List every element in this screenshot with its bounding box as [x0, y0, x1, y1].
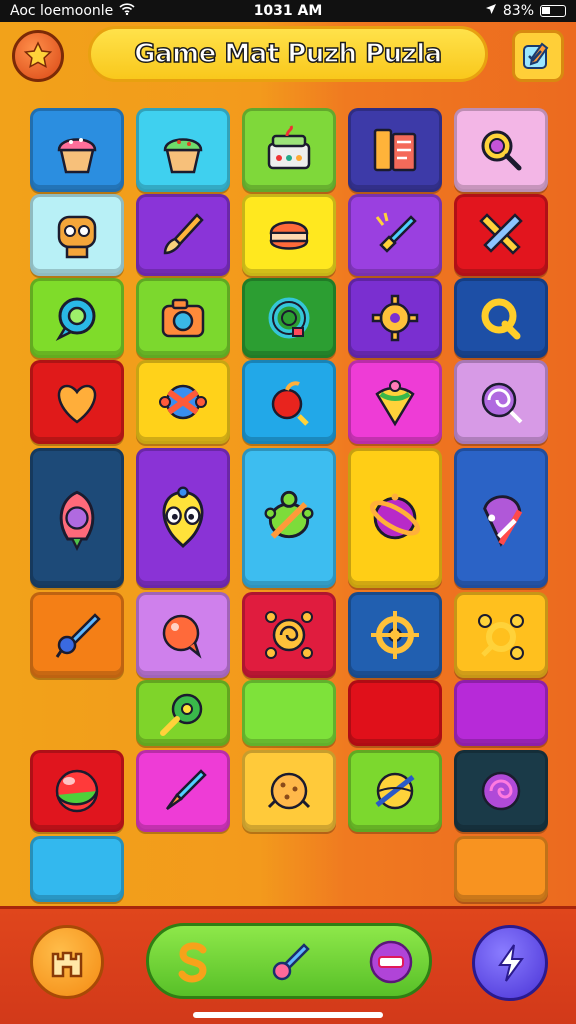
- tile-camera[interactable]: [136, 278, 230, 358]
- tile-rocket-pen[interactable]: [348, 194, 442, 276]
- crossed-tools-icon: [479, 213, 523, 255]
- tile-ball-knot[interactable]: [136, 360, 230, 444]
- letter-s-icon: [178, 942, 207, 983]
- purple-ball-icon: [369, 493, 421, 540]
- tile-crossed-tools[interactable]: [454, 194, 548, 276]
- tile-swirl[interactable]: [454, 750, 548, 832]
- tile-heart[interactable]: [30, 360, 124, 444]
- tile-cake-box[interactable]: [242, 108, 336, 192]
- tile-robot-face[interactable]: [30, 194, 124, 276]
- tile-striped-candy[interactable]: [454, 448, 548, 588]
- magnifier-icon: [481, 130, 522, 171]
- tile-yellow-creature[interactable]: [136, 448, 230, 588]
- empty-tile[interactable]: [454, 680, 548, 746]
- paintbrush-icon: [163, 213, 204, 255]
- bubble-icon: [162, 614, 202, 659]
- heart-icon: [57, 384, 97, 424]
- tile-rocket[interactable]: [30, 592, 124, 678]
- robot-face-icon: [57, 215, 97, 259]
- ball-knot-icon: [159, 384, 207, 420]
- tile-turtle[interactable]: [242, 448, 336, 588]
- pepper-shell-icon: [59, 490, 95, 551]
- bottom-bar: [0, 906, 576, 1024]
- tile-grid: [0, 0, 576, 910]
- tile-paintbrush[interactable]: [136, 194, 230, 276]
- rocket-icon: [55, 613, 101, 658]
- cake-box-icon: [267, 125, 311, 170]
- tile-lollipop[interactable]: [454, 360, 548, 444]
- cupcake-pink-icon: [57, 138, 97, 174]
- speech-ring-icon: [55, 297, 96, 342]
- tile-macaron[interactable]: [242, 194, 336, 276]
- macaron-icon: [269, 221, 309, 250]
- yellow-creature-icon: [162, 486, 204, 549]
- dart-icon: [165, 769, 207, 811]
- tile-ring-donut[interactable]: [242, 278, 336, 358]
- empty-tile[interactable]: [454, 836, 548, 902]
- striped-candy-icon: [483, 495, 523, 547]
- tile-letter-q[interactable]: [454, 278, 548, 358]
- tile-gear[interactable]: [348, 278, 442, 358]
- rocket-icon: [272, 943, 310, 981]
- tile-cupcake-green[interactable]: [136, 108, 230, 192]
- tile-dart[interactable]: [136, 750, 230, 832]
- tile-speech-ring[interactable]: [30, 278, 124, 358]
- tile-cupcake-pink[interactable]: [30, 108, 124, 192]
- tile-cookie[interactable]: [242, 750, 336, 832]
- lollipop-icon: [481, 382, 523, 424]
- tile-spiral-gear[interactable]: [242, 592, 336, 678]
- letter-s-button[interactable]: [163, 934, 223, 990]
- tile-bubble[interactable]: [136, 592, 230, 678]
- tile-magnifier[interactable]: [454, 108, 548, 192]
- key-ring-icon: [160, 693, 203, 736]
- tile-candy-apple[interactable]: [242, 360, 336, 444]
- tile-cog-cluster[interactable]: [454, 592, 548, 678]
- minus-badge-icon: [369, 940, 413, 984]
- spiral-gear-icon: [265, 611, 313, 659]
- letter-q-icon: [481, 298, 521, 340]
- tile-pepper-shell[interactable]: [30, 448, 124, 588]
- castle-icon: [51, 951, 83, 978]
- tile-key-ring[interactable]: [136, 680, 230, 746]
- lightning-icon: [498, 944, 524, 982]
- castle-button[interactable]: [30, 925, 104, 999]
- cog-cluster-icon: [478, 614, 524, 660]
- rocket-pen-icon: [375, 212, 417, 253]
- powerup-tray: [146, 923, 432, 999]
- camera-icon: [161, 298, 205, 338]
- empty-tile[interactable]: [348, 680, 442, 746]
- empty-tile[interactable]: [242, 680, 336, 746]
- tile-purple-ball[interactable]: [348, 448, 442, 588]
- ship-wheel-icon: [371, 611, 419, 659]
- swirl-icon: [481, 771, 521, 811]
- candy-apple-icon: [271, 381, 309, 426]
- rocket-button[interactable]: [259, 934, 319, 990]
- ball-icon: [55, 769, 99, 813]
- tile-ship-wheel[interactable]: [348, 592, 442, 678]
- tile-ball[interactable]: [30, 750, 124, 832]
- home-indicator[interactable]: [193, 1012, 383, 1018]
- striped-ball-icon: [375, 772, 415, 810]
- tile-spinning-top[interactable]: [348, 360, 442, 444]
- turtle-icon: [264, 490, 314, 539]
- lightning-button[interactable]: [472, 925, 548, 1001]
- cookie-icon: [267, 772, 311, 810]
- spinning-top-icon: [375, 380, 415, 427]
- tile-striped-ball[interactable]: [348, 750, 442, 832]
- empty-tile[interactable]: [30, 836, 124, 902]
- ring-donut-icon: [268, 297, 310, 339]
- tile-books[interactable]: [348, 108, 442, 192]
- minus-badge-button[interactable]: [361, 934, 421, 990]
- books-icon: [373, 128, 417, 172]
- cupcake-green-icon: [163, 138, 203, 174]
- gear-icon: [371, 294, 419, 342]
